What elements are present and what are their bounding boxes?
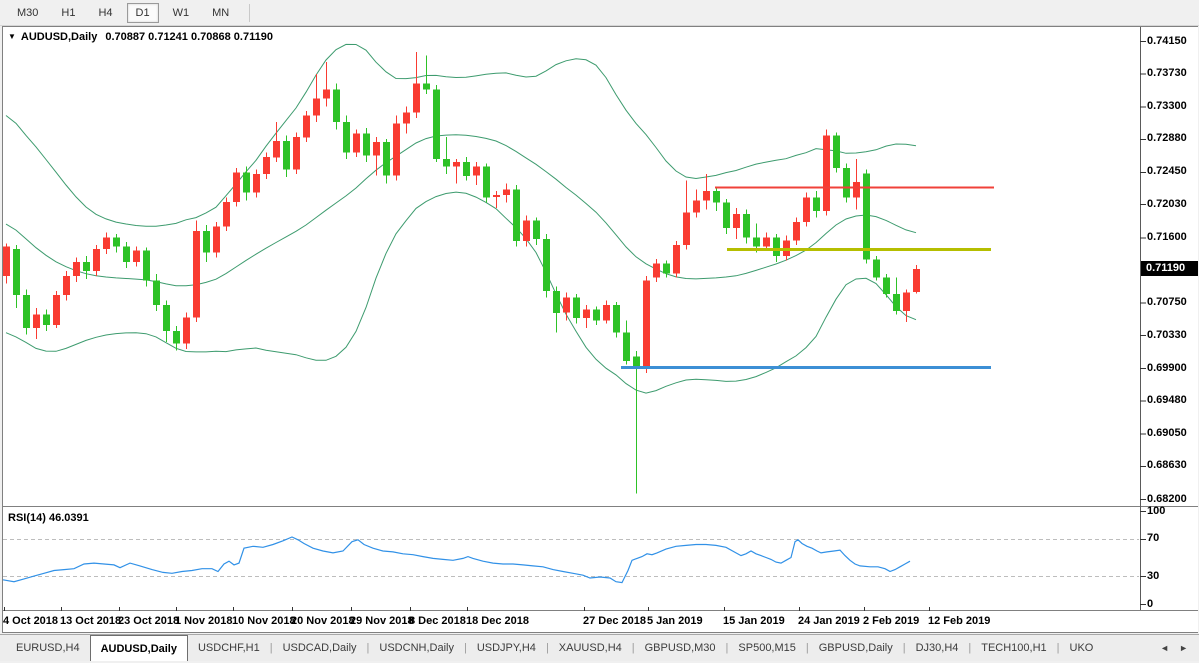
price-axis-label: 0.72030 — [1147, 198, 1187, 211]
rsi-axis-label: 70 — [1147, 532, 1159, 545]
rsi-axis-label: 100 — [1147, 505, 1165, 518]
mt4-application: M30H1H4D1W1MN ▼AUDUSD,Daily0.70887 0.712… — [0, 0, 1199, 663]
chart-ohlc-values: 0.70887 0.71241 0.70868 0.71190 — [105, 31, 273, 43]
date-axis-label: 29 Nov 2018 — [350, 615, 414, 627]
date-axis-label: 18 Dec 2018 — [466, 615, 529, 627]
rsi-line — [3, 537, 910, 583]
date-axis-label: 10 Nov 2018 — [232, 615, 296, 627]
chart-tab-gbpusd-m30[interactable]: GBPUSD,M30 — [635, 635, 726, 661]
chart-symbol-label: AUDUSD,Daily — [21, 31, 97, 43]
date-axis-label: 2 Feb 2019 — [863, 615, 919, 627]
price-axis-label: 0.73730 — [1147, 67, 1187, 80]
price-axis-label: 0.69050 — [1147, 427, 1187, 440]
date-axis-label: 1 Nov 2018 — [175, 615, 232, 627]
tab-scroll-right-icon[interactable]: ► — [1174, 643, 1193, 653]
price-axis-label: 0.69900 — [1147, 362, 1187, 375]
date-axis-label: 12 Feb 2019 — [928, 615, 990, 627]
chart-tab-gbpusd-daily[interactable]: GBPUSD,Daily — [809, 635, 903, 661]
rsi-axis-label: 0 — [1147, 598, 1153, 611]
chart-tab-usdjpy-h4[interactable]: USDJPY,H4 — [467, 635, 546, 661]
rsi-axis-label: 30 — [1147, 570, 1159, 583]
price-axis-label: 0.68630 — [1147, 459, 1187, 472]
date-axis-label: 4 Oct 2018 — [3, 615, 58, 627]
chart-canvas[interactable] — [0, 0, 1199, 663]
price-axis-label: 0.69480 — [1147, 394, 1187, 407]
date-axis-label: 8 Dec 2018 — [409, 615, 466, 627]
date-axis-label: 20 Nov 2018 — [291, 615, 355, 627]
chart-title: ▼ AUDUSD,Daily 0.70887 0.71241 0.70868 0.7… — [8, 31, 273, 45]
price-axis-label: 0.72450 — [1147, 165, 1187, 178]
date-axis-label: 23 Oct 2018 — [118, 615, 179, 627]
price-axis-label: 0.70750 — [1147, 296, 1187, 309]
bollinger-lower-band — [6, 192, 916, 393]
chart-tab-usdchf-h1[interactable]: USDCHF,H1 — [188, 635, 270, 661]
date-axis-label: 5 Jan 2019 — [647, 615, 703, 627]
chart-tab-audusd-daily[interactable]: AUDUSD,Daily — [90, 635, 188, 661]
chart-tab-usdcad-daily[interactable]: USDCAD,Daily — [273, 635, 367, 661]
date-axis-label: 27 Dec 2018 — [583, 615, 646, 627]
symbol-dropdown-icon[interactable]: ▼ — [8, 32, 16, 41]
tab-scroll-left-icon[interactable]: ◄ — [1155, 643, 1174, 653]
chart-tab-sp500-m15[interactable]: SP500,M15 — [728, 635, 805, 661]
current-price-badge: 0.71190 — [1141, 261, 1198, 276]
price-axis-label: 0.74150 — [1147, 35, 1187, 48]
chart-tab-tech100-h1[interactable]: TECH100,H1 — [971, 635, 1056, 661]
bollinger-middle-band — [6, 135, 916, 286]
chart-tab-eurusd-h4[interactable]: EURUSD,H4 — [6, 635, 90, 661]
symbol-tabbar: EURUSD,H4AUDUSD,DailyUSDCHF,H1|USDCAD,Da… — [0, 634, 1199, 661]
date-axis-label: 15 Jan 2019 — [723, 615, 785, 627]
date-axis-label: 24 Jan 2019 — [798, 615, 860, 627]
chart-tab-xauusd-h4[interactable]: XAUUSD,H4 — [549, 635, 632, 661]
price-axis-label: 0.71600 — [1147, 231, 1187, 244]
candles-layer — [3, 52, 920, 494]
chart-tab-usdcnh-daily[interactable]: USDCNH,Daily — [369, 635, 464, 661]
chart-tab-dj30-h4[interactable]: DJ30,H4 — [906, 635, 969, 661]
price-axis-label: 0.73300 — [1147, 100, 1187, 113]
price-axis-label: 0.70330 — [1147, 329, 1187, 342]
tab-scroll-buttons: ◄► — [1155, 635, 1199, 661]
rsi-indicator-label: RSI(14) 46.0391 — [8, 512, 89, 524]
price-axis-label: 0.72880 — [1147, 132, 1187, 145]
date-axis-label: 13 Oct 2018 — [60, 615, 121, 627]
chart-tab-uko[interactable]: UKO — [1060, 635, 1104, 661]
